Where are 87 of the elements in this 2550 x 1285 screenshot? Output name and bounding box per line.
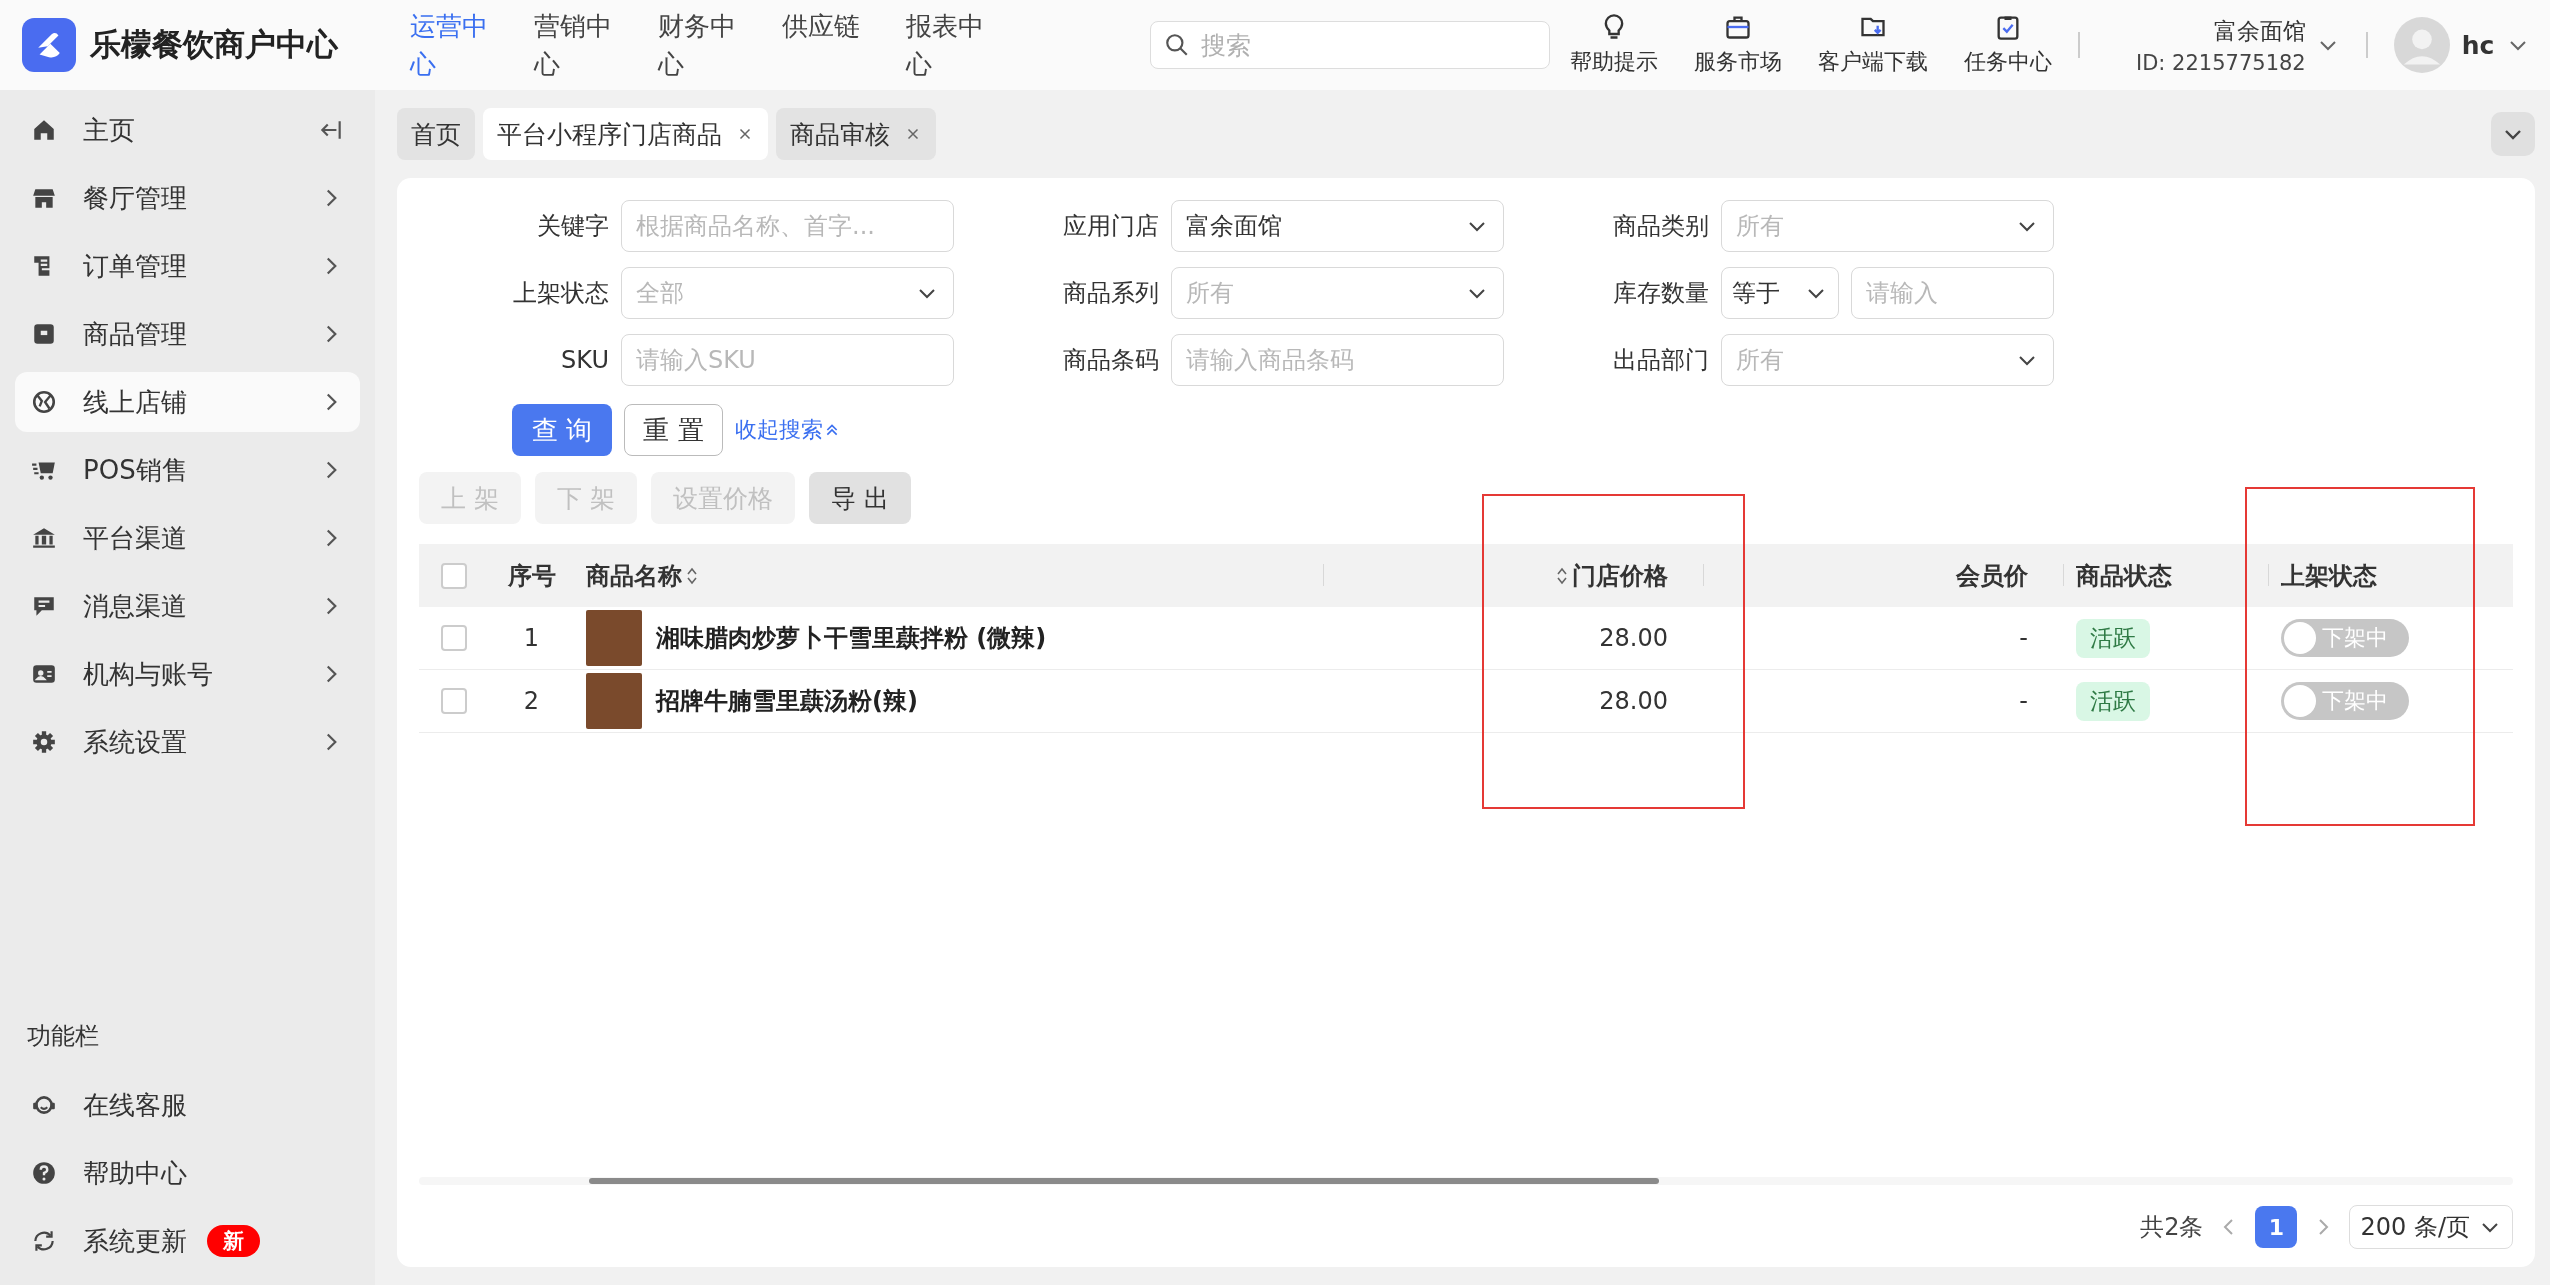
sidebar-item[interactable]: 机构与账号: [15, 644, 360, 704]
avatar-icon: [2393, 17, 2450, 73]
toolbar-button[interactable]: 帮助提示: [1570, 13, 1658, 77]
tab-menu-button[interactable]: [2491, 112, 2535, 156]
filter-label: SKU: [560, 346, 609, 374]
status-tag: 活跃: [2076, 681, 2150, 721]
refresh-icon: [31, 1228, 57, 1254]
app-name: 乐檬餐饮商户中心: [90, 25, 338, 64]
nav-link[interactable]: 运营中心: [410, 7, 490, 83]
column-header: 序号: [507, 560, 556, 592]
photo-placeholder: [586, 610, 642, 666]
action-button[interactable]: 导 出: [808, 472, 911, 524]
sidebar-item[interactable]: 餐厅管理: [15, 168, 360, 228]
new-badge: 新: [207, 1225, 260, 1257]
nav-link[interactable]: 营销中心: [534, 7, 614, 83]
reset-button[interactable]: 重 置: [624, 404, 723, 456]
product-name: 招牌牛腩雪里蕻汤粉(辣): [656, 686, 918, 717]
filter-label: 应用门店: [1062, 211, 1159, 242]
operator-select[interactable]: 等于: [1721, 267, 1839, 319]
nav-link[interactable]: 报表中心: [906, 7, 986, 83]
page-size-select[interactable]: 200 条/页: [2349, 1205, 2513, 1249]
filter-label: 商品条码: [1062, 345, 1159, 376]
input-field[interactable]: 请输入商品条码: [1171, 334, 1504, 386]
section-title: 功能栏: [26, 1021, 100, 1052]
search-icon: [1164, 32, 1190, 58]
sidebar-item[interactable]: 在线客服: [31, 1087, 187, 1123]
product-name: 湘味腊肉炒萝卜干雪里蕻拌粉 (微辣): [656, 623, 1047, 654]
nav-link[interactable]: 财务中心: [658, 7, 738, 83]
box-icon: [31, 321, 57, 347]
query-button[interactable]: 查 询: [512, 404, 613, 456]
filter-label: 出品部门: [1612, 345, 1709, 376]
checkbox[interactable]: [441, 625, 467, 651]
filter-label: 商品系列: [1062, 278, 1159, 309]
sidebar-item[interactable]: 系统更新: [31, 1223, 187, 1259]
store-switcher[interactable]: 富余面馆 ID: 2215775182: [2136, 15, 2340, 75]
input-field[interactable]: 请输入SKU: [621, 334, 954, 386]
toolbar-button[interactable]: 服务市场: [1694, 13, 1782, 77]
sidebar-item[interactable]: 商品管理: [15, 304, 360, 364]
nav-link[interactable]: 供应链: [782, 7, 862, 83]
table-cell: 2: [523, 687, 540, 715]
photo-placeholder: [586, 673, 642, 729]
total-count: 共2条: [2140, 1212, 2204, 1243]
column-header: 上架状态: [2281, 560, 2377, 592]
filter-label: 上架状态: [512, 278, 609, 309]
sort-icon[interactable]: [686, 565, 698, 586]
logo-icon: [22, 18, 76, 72]
double-caret-up-icon: [824, 423, 839, 437]
column-header: 会员价: [1956, 560, 2028, 592]
globe-icon: [31, 389, 57, 415]
table-cell: 28.00: [1599, 624, 1668, 652]
table-cell: 1: [523, 624, 540, 652]
filter-label: 库存数量: [1612, 278, 1709, 309]
sidebar-item[interactable]: POS销售: [15, 440, 360, 500]
toolbar-button[interactable]: 客户端下载: [1818, 13, 1928, 77]
table-cell: -: [2019, 687, 2028, 715]
filter-label: 商品类别: [1612, 211, 1709, 242]
toolbar-button[interactable]: 任务中心: [1964, 13, 2052, 77]
input-field[interactable]: 请输入: [1851, 267, 2054, 319]
search-field[interactable]: 搜索: [1150, 21, 1550, 69]
sidebar-item[interactable]: 订单管理: [15, 236, 360, 296]
tab[interactable]: 平台小程序门店商品: [483, 108, 768, 160]
page-button[interactable]: 1: [2255, 1206, 2298, 1248]
filter-label: 关键字: [536, 211, 609, 242]
table-cell: -: [2019, 624, 2028, 652]
sidebar-item[interactable]: 系统设置: [15, 712, 360, 772]
settings-icon: [31, 729, 57, 755]
sidebar-item[interactable]: 帮助中心: [31, 1155, 187, 1191]
sidebar-item[interactable]: 消息渠道: [15, 576, 360, 636]
input-field[interactable]: 根据商品名称、首字...: [621, 200, 954, 252]
column-header: 商品状态: [2076, 560, 2172, 592]
checkbox[interactable]: [441, 562, 467, 589]
collapse-search-link[interactable]: 收起搜索: [734, 415, 839, 445]
help-icon: [31, 1160, 57, 1186]
table-cell: 28.00: [1599, 687, 1668, 715]
select-field[interactable]: 富余面馆: [1171, 200, 1504, 252]
sidebar-item[interactable]: 主页: [15, 100, 360, 160]
sidebar-item[interactable]: 线上店铺: [15, 372, 360, 432]
user-menu[interactable]: hc: [2393, 17, 2531, 73]
tab[interactable]: 商品审核: [776, 108, 936, 160]
horizontal-scrollbar[interactable]: [419, 1177, 2513, 1185]
status-tag: 活跃: [2076, 618, 2150, 658]
sort-icon[interactable]: [1556, 565, 1568, 586]
column-header: 门店价格: [1556, 559, 1668, 592]
sidebar-item[interactable]: 平台渠道: [15, 508, 360, 568]
column-header: 商品名称: [586, 559, 698, 592]
tab[interactable]: 首页: [397, 108, 475, 160]
checkbox[interactable]: [441, 688, 467, 714]
